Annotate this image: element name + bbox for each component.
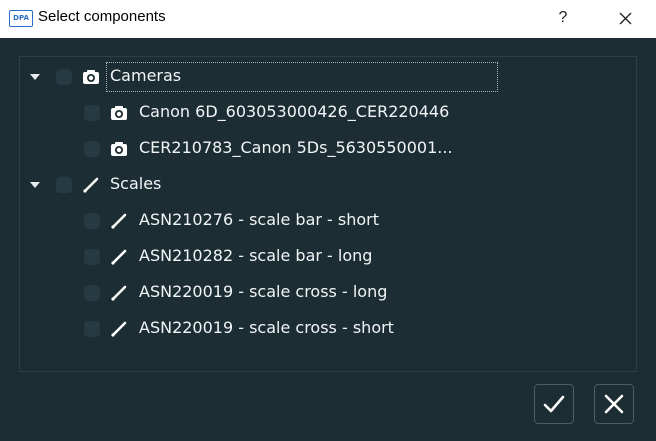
tree-item-row[interactable]: ASN220019 - scale cross - long: [20, 275, 636, 311]
window-title: Select components: [38, 8, 166, 25]
tree-item-row[interactable]: CER210783_Canon 5Ds_5630550001...: [20, 131, 636, 167]
tree-item-row[interactable]: ASN210276 - scale bar - short: [20, 203, 636, 239]
checkbox[interactable]: [56, 69, 72, 85]
expand-arrow-icon[interactable]: [30, 74, 40, 80]
checkbox[interactable]: [84, 141, 100, 157]
camera-icon: [110, 104, 128, 122]
close-icon: [619, 12, 632, 25]
scale-bar-icon: [110, 248, 128, 266]
tree-label: Canon 6D_603053000426_CER220446: [139, 102, 450, 121]
tree-group-row[interactable]: Cameras: [20, 59, 636, 95]
scale-bar-icon: [110, 212, 128, 230]
confirm-button[interactable]: [534, 384, 574, 424]
tree-group-row[interactable]: Scales: [20, 167, 636, 203]
cancel-button[interactable]: [594, 384, 634, 424]
help-button[interactable]: ?: [552, 6, 574, 30]
tree-label: ASN220019 - scale cross - short: [139, 318, 394, 337]
title-bar: DPA Select components ?: [0, 0, 656, 38]
camera-icon: [110, 140, 128, 158]
camera-icon: [82, 68, 100, 86]
checkmark-icon: [543, 395, 565, 413]
checkbox[interactable]: [56, 177, 72, 193]
checkbox[interactable]: [84, 105, 100, 121]
window-close-button[interactable]: [610, 5, 640, 31]
checkbox[interactable]: [84, 213, 100, 229]
tree-label: Cameras: [110, 66, 182, 85]
expand-arrow-icon[interactable]: [30, 182, 40, 188]
tree-item-row[interactable]: ASN210282 - scale bar - long: [20, 239, 636, 275]
component-tree[interactable]: Cameras Canon 6D_603053000426_CER220446 CE…: [19, 56, 637, 372]
tree-item-row[interactable]: Canon 6D_603053000426_CER220446: [20, 95, 636, 131]
tree-item-row[interactable]: ASN220019 - scale cross - short: [20, 311, 636, 347]
scale-bar-icon: [82, 176, 100, 194]
scale-bar-icon: [110, 320, 128, 338]
tree-label: ASN220019 - scale cross - long: [139, 282, 388, 301]
close-icon: [604, 394, 624, 414]
app-logo: DPA: [9, 10, 33, 27]
tree-label: ASN210276 - scale bar - short: [139, 210, 380, 229]
dialog-body: Cameras Canon 6D_603053000426_CER220446 CE…: [0, 38, 656, 441]
checkbox[interactable]: [84, 321, 100, 337]
tree-label: Scales: [110, 174, 162, 193]
checkbox[interactable]: [84, 249, 100, 265]
tree-label: CER210783_Canon 5Ds_5630550001...: [139, 138, 453, 157]
checkbox[interactable]: [84, 285, 100, 301]
tree-label: ASN210282 - scale bar - long: [139, 246, 373, 265]
scale-bar-icon: [110, 284, 128, 302]
